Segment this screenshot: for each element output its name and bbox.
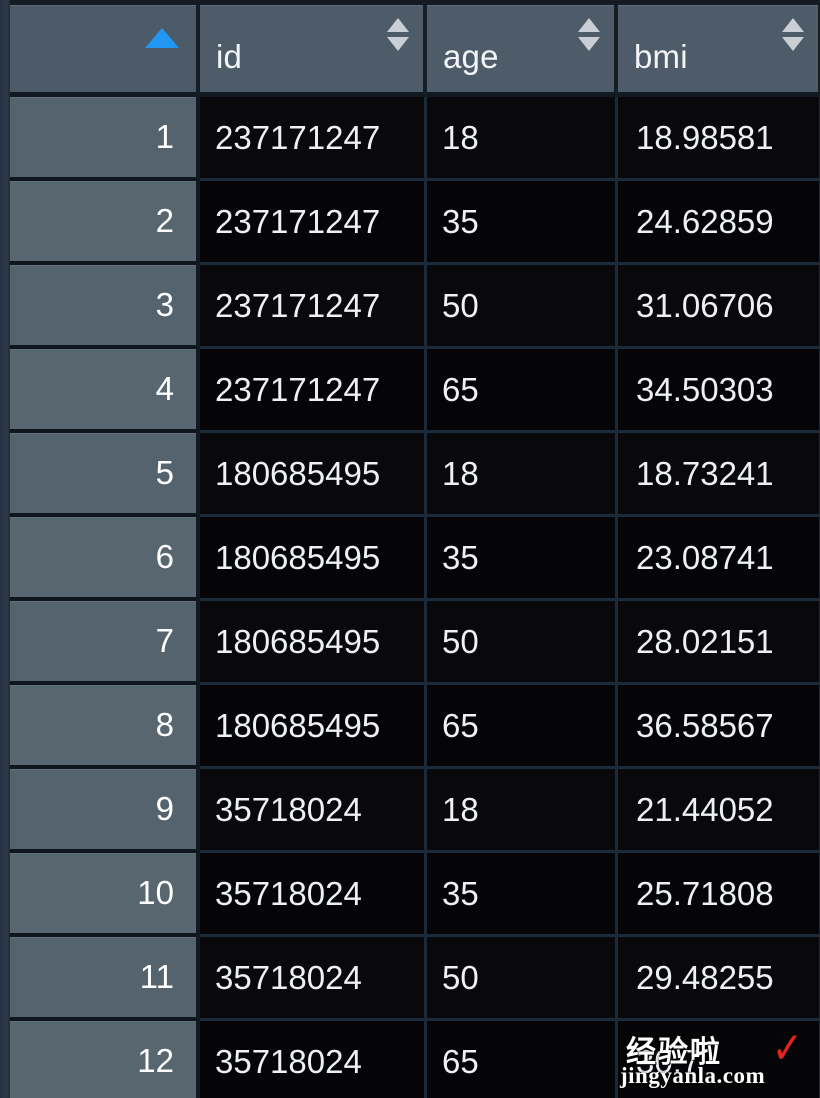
cell-id[interactable]: 237171247 [200, 349, 427, 433]
cell-id[interactable]: 180685495 [200, 685, 427, 769]
sort-up-icon [578, 18, 600, 32]
row-number-cell[interactable]: 6 [10, 517, 200, 601]
table-row[interactable]: 4 237171247 65 34.50303 [10, 349, 820, 433]
sort-up-icon [782, 18, 804, 32]
cell-id[interactable]: 35718024 [200, 1021, 427, 1098]
cell-age[interactable]: 18 [427, 97, 618, 181]
cell-age[interactable]: 65 [427, 349, 618, 433]
left-gutter-strip [0, 0, 10, 1098]
cell-bmi[interactable]: 24.62859 [618, 181, 820, 265]
cell-age[interactable]: 35 [427, 181, 618, 265]
table-row[interactable]: 10 35718024 35 25.71808 [10, 853, 820, 937]
sort-down-icon [578, 37, 600, 51]
cell-id[interactable]: 180685495 [200, 601, 427, 685]
table-row[interactable]: 3 237171247 50 31.06706 [10, 265, 820, 349]
row-number-cell[interactable]: 1 [10, 97, 200, 181]
column-header-rownum[interactable] [10, 5, 200, 97]
cell-age[interactable]: 18 [427, 433, 618, 517]
row-number-cell[interactable]: 2 [10, 181, 200, 265]
table-row[interactable]: 1 237171247 18 18.98581 [10, 97, 820, 181]
column-header-rownum-label [10, 73, 196, 92]
sort-toggle-icon-id[interactable] [387, 18, 409, 58]
table-row[interactable]: 2 237171247 35 24.62859 [10, 181, 820, 265]
table-row[interactable]: 12 35718024 65 30.7 [10, 1021, 820, 1098]
data-grid: id age bmi 1 237171247 18 18.98581 2 237… [0, 0, 820, 1098]
row-number-cell[interactable]: 5 [10, 433, 200, 517]
table-row[interactable]: 6 180685495 35 23.08741 [10, 517, 820, 601]
cell-id[interactable]: 35718024 [200, 937, 427, 1021]
cell-bmi[interactable]: 23.08741 [618, 517, 820, 601]
row-number-cell[interactable]: 10 [10, 853, 200, 937]
cell-age[interactable]: 50 [427, 601, 618, 685]
table-row[interactable]: 11 35718024 50 29.48255 [10, 937, 820, 1021]
cell-id[interactable]: 35718024 [200, 853, 427, 937]
cell-bmi[interactable]: 30.7 [618, 1021, 820, 1098]
row-number-cell[interactable]: 12 [10, 1021, 200, 1098]
cell-age[interactable]: 65 [427, 685, 618, 769]
column-header-age[interactable]: age [427, 5, 618, 97]
table-row[interactable]: 8 180685495 65 36.58567 [10, 685, 820, 769]
cell-age[interactable]: 35 [427, 853, 618, 937]
cell-bmi[interactable]: 28.02151 [618, 601, 820, 685]
row-number-cell[interactable]: 8 [10, 685, 200, 769]
cell-bmi[interactable]: 31.06706 [618, 265, 820, 349]
cell-age[interactable]: 50 [427, 265, 618, 349]
cell-age[interactable]: 65 [427, 1021, 618, 1098]
column-header-id[interactable]: id [200, 5, 427, 97]
row-number-cell[interactable]: 9 [10, 769, 200, 853]
sort-toggle-icon-age[interactable] [578, 18, 600, 58]
sort-up-icon [387, 18, 409, 32]
cell-bmi[interactable]: 34.50303 [618, 349, 820, 433]
cell-id[interactable]: 180685495 [200, 517, 427, 601]
row-number-cell[interactable]: 4 [10, 349, 200, 433]
row-number-cell[interactable]: 11 [10, 937, 200, 1021]
table-row[interactable]: 5 180685495 18 18.73241 [10, 433, 820, 517]
table-row[interactable]: 9 35718024 18 21.44052 [10, 769, 820, 853]
cell-bmi[interactable]: 36.58567 [618, 685, 820, 769]
sort-down-icon [782, 37, 804, 51]
sort-down-icon [387, 37, 409, 51]
table-body: 1 237171247 18 18.98581 2 237171247 35 24.62859… [10, 97, 820, 1098]
row-number-cell[interactable]: 7 [10, 601, 200, 685]
cell-bmi[interactable]: 29.48255 [618, 937, 820, 1021]
cell-bmi[interactable]: 21.44052 [618, 769, 820, 853]
table-row[interactable]: 7 180685495 50 28.02151 [10, 601, 820, 685]
sort-ascending-icon[interactable] [145, 28, 179, 48]
cell-id[interactable]: 35718024 [200, 769, 427, 853]
row-number-cell[interactable]: 3 [10, 265, 200, 349]
sort-toggle-icon-bmi[interactable] [782, 18, 804, 58]
cell-bmi[interactable]: 18.98581 [618, 97, 820, 181]
cell-id[interactable]: 237171247 [200, 97, 427, 181]
cell-age[interactable]: 35 [427, 517, 618, 601]
results-table: id age bmi 1 237171247 18 18.98581 2 237… [10, 5, 820, 1098]
cell-id[interactable]: 180685495 [200, 433, 427, 517]
column-header-bmi[interactable]: bmi [618, 5, 820, 97]
cell-age[interactable]: 18 [427, 769, 618, 853]
cell-id[interactable]: 237171247 [200, 181, 427, 265]
cell-id[interactable]: 237171247 [200, 265, 427, 349]
table-header-row: id age bmi [10, 5, 820, 97]
cell-age[interactable]: 50 [427, 937, 618, 1021]
cell-bmi[interactable]: 18.73241 [618, 433, 820, 517]
cell-bmi[interactable]: 25.71808 [618, 853, 820, 937]
